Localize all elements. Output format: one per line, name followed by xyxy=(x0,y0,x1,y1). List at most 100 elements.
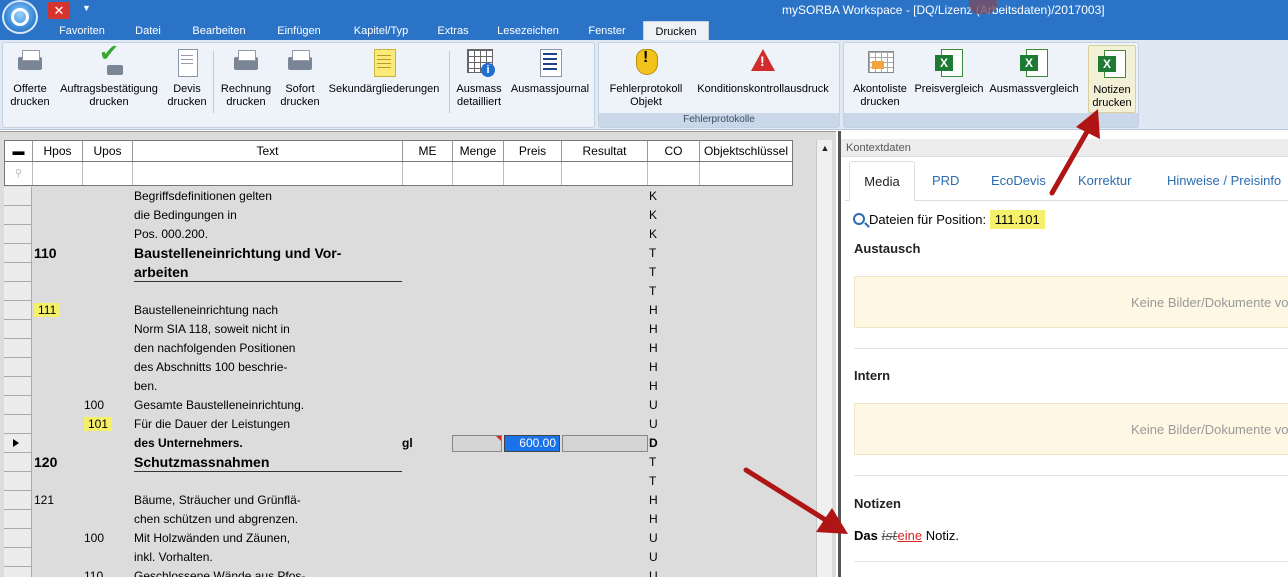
table-row[interactable]: die Bedingungen in K xyxy=(4,206,793,225)
column-header-me[interactable]: ME xyxy=(403,141,453,161)
intern-empty-box[interactable]: Keine Bilder/Dokumente vorhanden xyxy=(854,403,1288,455)
row-selector[interactable] xyxy=(4,282,32,301)
rechnung-drucken-button[interactable]: Rechnung drucken xyxy=(218,47,274,109)
table-row[interactable]: 111 Baustelleneinrichtung nach H xyxy=(4,301,793,320)
tab-prd[interactable]: PRD xyxy=(932,161,959,201)
table-row[interactable]: 100 Mit Holzwänden und Zäunen, U xyxy=(4,529,793,548)
table-row[interactable]: 110 Baustelleneinrichtung und Vor- T xyxy=(4,244,793,263)
row-selector[interactable] xyxy=(4,225,32,244)
sekundaergliederungen-button[interactable]: Sekundärgliederungen xyxy=(323,47,445,96)
column-header-objektschluessel[interactable]: Objektschlüssel xyxy=(700,141,792,161)
table-row[interactable]: 100 Gesamte Baustelleneinrichtung. U xyxy=(4,396,793,415)
ausmass-detailliert-button[interactable]: Ausmass detailliert xyxy=(453,47,505,109)
table-row[interactable]: inkl. Vorhalten. U xyxy=(4,548,793,567)
column-header-resultat[interactable]: Resultat xyxy=(562,141,648,161)
ausmassvergleich-button[interactable]: Ausmassvergleich xyxy=(986,47,1082,96)
row-selector[interactable] xyxy=(4,567,32,577)
table-row-current[interactable]: des Unternehmers. gl 600.00 D xyxy=(4,434,793,453)
tab-einfuegen[interactable]: Einfügen xyxy=(266,22,332,40)
tab-bearbeiten[interactable]: Bearbeiten xyxy=(184,22,254,40)
table-row[interactable]: T xyxy=(4,282,793,301)
row-selector[interactable] xyxy=(4,358,32,377)
ausmassjournal-button[interactable]: Ausmassjournal xyxy=(507,47,593,96)
table-row[interactable]: den nachfolgenden Positionen H xyxy=(4,339,793,358)
akontoliste-drucken-button[interactable]: Akontoliste drucken xyxy=(846,47,914,109)
table-row[interactable]: Begriffsdefinitionen gelten K xyxy=(4,187,793,206)
column-header-co[interactable]: CO xyxy=(648,141,700,161)
column-header-hpos[interactable]: Hpos xyxy=(33,141,83,161)
column-header-text[interactable]: Text xyxy=(133,141,403,161)
app-menu-button[interactable] xyxy=(2,0,38,34)
scroll-up-icon[interactable]: ▲ xyxy=(819,142,831,154)
table-row[interactable]: des Abschnitts 100 beschrie- H xyxy=(4,358,793,377)
row-selector[interactable] xyxy=(4,396,32,415)
table-row[interactable]: 110 Geschlossene Wände aus Pfos- U xyxy=(4,567,793,577)
tab-ecodevis[interactable]: EcoDevis xyxy=(991,161,1046,201)
row-selector[interactable] xyxy=(4,263,32,282)
tab-extras[interactable]: Extras xyxy=(430,22,476,40)
fehlerprotokoll-objekt-button[interactable]: Fehlerprotokoll Objekt xyxy=(603,47,689,109)
table-row[interactable]: 101 Für die Dauer der Leistungen U xyxy=(4,415,793,434)
table-row[interactable]: ben. H xyxy=(4,377,793,396)
cell-co: H xyxy=(649,322,658,336)
row-selector[interactable] xyxy=(4,453,32,472)
table-row[interactable]: 121 Bäume, Sträucher und Grünflä- H xyxy=(4,491,793,510)
row-selector[interactable] xyxy=(4,320,32,339)
filter-cell[interactable] xyxy=(453,162,504,185)
row-selector[interactable] xyxy=(4,548,32,567)
table-row[interactable]: 120 Schutzmassnahmen T xyxy=(4,453,793,472)
notizen-drucken-button[interactable]: Notizen drucken xyxy=(1088,45,1136,113)
printer-icon xyxy=(14,47,46,79)
column-header-upos[interactable]: Upos xyxy=(83,141,133,161)
devis-drucken-button[interactable]: Devis drucken xyxy=(165,47,209,109)
filter-cell[interactable] xyxy=(403,162,453,185)
search-icon[interactable] xyxy=(853,213,865,225)
row-selector[interactable] xyxy=(4,206,32,225)
filter-cell[interactable] xyxy=(504,162,562,185)
row-selector[interactable] xyxy=(4,244,32,263)
tab-favoriten[interactable]: Favoriten xyxy=(50,22,114,40)
row-selector[interactable] xyxy=(4,377,32,396)
filter-cell[interactable] xyxy=(33,162,83,185)
tab-kapitel-typ[interactable]: Kapitel/Typ xyxy=(345,22,417,40)
table-row[interactable]: chen schützen und abgrenzen. H xyxy=(4,510,793,529)
quick-access-dropdown-icon[interactable]: ▼ xyxy=(82,3,91,13)
filter-cell[interactable] xyxy=(648,162,700,185)
row-selector[interactable] xyxy=(4,187,32,206)
preis-input[interactable]: 600.00 xyxy=(504,435,560,452)
row-selector[interactable] xyxy=(4,529,32,548)
table-row[interactable]: arbeiten T xyxy=(4,263,793,282)
tab-fenster[interactable]: Fenster xyxy=(580,22,634,40)
filter-cell[interactable] xyxy=(562,162,648,185)
sofort-drucken-button[interactable]: Sofort drucken xyxy=(277,47,323,109)
close-icon[interactable]: ✕ xyxy=(48,2,70,19)
menge-input[interactable] xyxy=(452,435,502,452)
row-selector[interactable] xyxy=(4,472,32,491)
column-header-menge[interactable]: Menge xyxy=(453,141,504,161)
preisvergleich-button[interactable]: Preisvergleich xyxy=(912,47,986,96)
table-row[interactable]: T xyxy=(4,472,793,491)
offerte-drucken-button[interactable]: Offerte drucken xyxy=(7,47,53,109)
row-selector[interactable] xyxy=(4,339,32,358)
row-selector[interactable] xyxy=(4,301,32,320)
filter-cell[interactable] xyxy=(700,162,792,185)
grid-select-all-icon[interactable]: ▬ xyxy=(5,141,33,161)
row-selector[interactable] xyxy=(4,415,32,434)
table-row[interactable]: Norm SIA 118, soweit nicht in H xyxy=(4,320,793,339)
tab-datei[interactable]: Datei xyxy=(126,22,170,40)
tab-media[interactable]: Media xyxy=(849,161,915,201)
konditionskontrollausdruck-button[interactable]: Konditionskontrollausdruck xyxy=(689,47,837,96)
filter-cell[interactable] xyxy=(133,162,403,185)
current-row-indicator[interactable] xyxy=(4,434,32,453)
filter-cell[interactable] xyxy=(83,162,133,185)
column-header-preis[interactable]: Preis xyxy=(504,141,562,161)
austausch-empty-box[interactable]: Keine Bilder/Dokumente vorhanden xyxy=(854,276,1288,328)
tab-lesezeichen[interactable]: Lesezeichen xyxy=(488,22,568,40)
row-selector[interactable] xyxy=(4,510,32,529)
tab-hinweise-preisinfo[interactable]: Hinweise / Preisinfo xyxy=(1167,161,1281,201)
row-selector[interactable] xyxy=(4,491,32,510)
note-text[interactable]: Das isteine Notiz. xyxy=(854,528,959,544)
auftragsbestaetigung-drucken-button[interactable]: Auftragsbestätigung drucken xyxy=(53,47,165,109)
table-row[interactable]: Pos. 000.200. K xyxy=(4,225,793,244)
tab-drucken[interactable]: Drucken xyxy=(643,21,709,41)
